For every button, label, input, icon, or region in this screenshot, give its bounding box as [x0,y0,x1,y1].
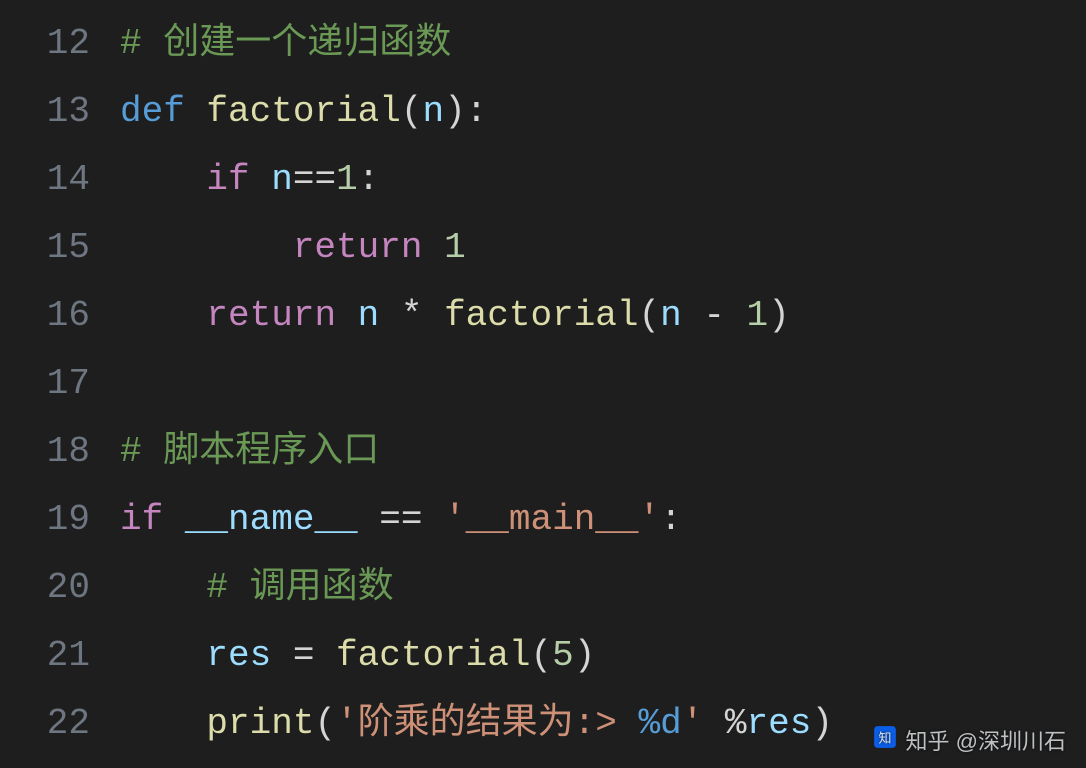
token: return [206,295,336,336]
code-editor[interactable]: 12# 创建一个递归函数13def factorial(n):14 if n==… [0,0,1086,768]
token: ( [314,703,336,744]
token [120,703,206,744]
token: factorial [444,295,638,336]
token: ( [530,635,552,676]
token: n [660,295,682,336]
token: '__main__' [444,499,660,540]
code-line[interactable]: 12# 创建一个递归函数 [0,10,1086,78]
code-line[interactable]: 15 return 1 [0,214,1086,282]
token [422,227,444,268]
token: return [293,227,423,268]
token: n [358,295,380,336]
code-content[interactable]: if __name__ == '__main__': [120,486,1086,554]
token: res [206,635,271,676]
token: # 创建一个递归函数 [120,23,451,64]
token: 1 [444,227,466,268]
token [120,227,293,268]
token: 1 [747,295,769,336]
line-number: 16 [0,282,120,350]
line-number: 17 [0,350,120,418]
watermark: 知 知乎 @深圳川石 [872,724,1066,756]
code-content[interactable]: # 创建一个递归函数 [120,10,1086,78]
code-content[interactable]: res = factorial(5) [120,622,1086,690]
token: # 脚本程序入口 [120,431,379,472]
token: 5 [552,635,574,676]
svg-text:知: 知 [878,730,891,745]
line-number: 13 [0,78,120,146]
token: if [206,159,249,200]
code-content[interactable]: return n * factorial(n - 1) [120,282,1086,350]
token: ): [444,91,487,132]
token: : [358,159,380,200]
code-content[interactable]: if n==1: [120,146,1086,214]
code-line[interactable]: 16 return n * factorial(n - 1) [0,282,1086,350]
token [120,159,206,200]
token: factorial [206,91,400,132]
token: %d [638,703,681,744]
zhihu-icon: 知 [872,724,898,756]
token: ) [811,703,833,744]
code-line[interactable]: 20 # 调用函数 [0,554,1086,622]
token: n [271,159,293,200]
token [120,295,206,336]
token: if [120,499,163,540]
token: def [120,91,185,132]
code-line[interactable]: 14 if n==1: [0,146,1086,214]
token: * [379,295,444,336]
line-number: 21 [0,622,120,690]
token: '阶乘的结果为:> [336,703,638,744]
line-number: 14 [0,146,120,214]
line-number: 22 [0,690,120,758]
code-content[interactable]: def factorial(n): [120,78,1086,146]
code-line[interactable]: 18# 脚本程序入口 [0,418,1086,486]
token: ' [682,703,704,744]
token: == [293,159,336,200]
code-content[interactable]: # 调用函数 [120,554,1086,622]
token: ) [574,635,596,676]
line-number: 20 [0,554,120,622]
token: 1 [336,159,358,200]
watermark-text: 知乎 @深圳川石 [906,724,1066,756]
line-number: 15 [0,214,120,282]
token [120,635,206,676]
code-line[interactable]: 17 [0,350,1086,418]
token: % [703,703,746,744]
token [185,91,207,132]
token: print [206,703,314,744]
token: # 调用函数 [206,567,393,608]
code-content[interactable]: # 脚本程序入口 [120,418,1086,486]
token: __name__ [185,499,358,540]
token [250,159,272,200]
line-number: 12 [0,10,120,78]
token [120,567,206,608]
token: = [271,635,336,676]
token: - [682,295,747,336]
line-number: 18 [0,418,120,486]
token: ( [401,91,423,132]
token: factorial [336,635,530,676]
token: : [660,499,682,540]
token: res [747,703,812,744]
token [163,499,185,540]
line-number: 19 [0,486,120,554]
code-line[interactable]: 13def factorial(n): [0,78,1086,146]
code-line[interactable]: 19if __name__ == '__main__': [0,486,1086,554]
token [336,295,358,336]
code-content[interactable]: return 1 [120,214,1086,282]
code-line[interactable]: 21 res = factorial(5) [0,622,1086,690]
token: == [358,499,444,540]
token: ) [768,295,790,336]
token: ( [639,295,661,336]
token: n [422,91,444,132]
